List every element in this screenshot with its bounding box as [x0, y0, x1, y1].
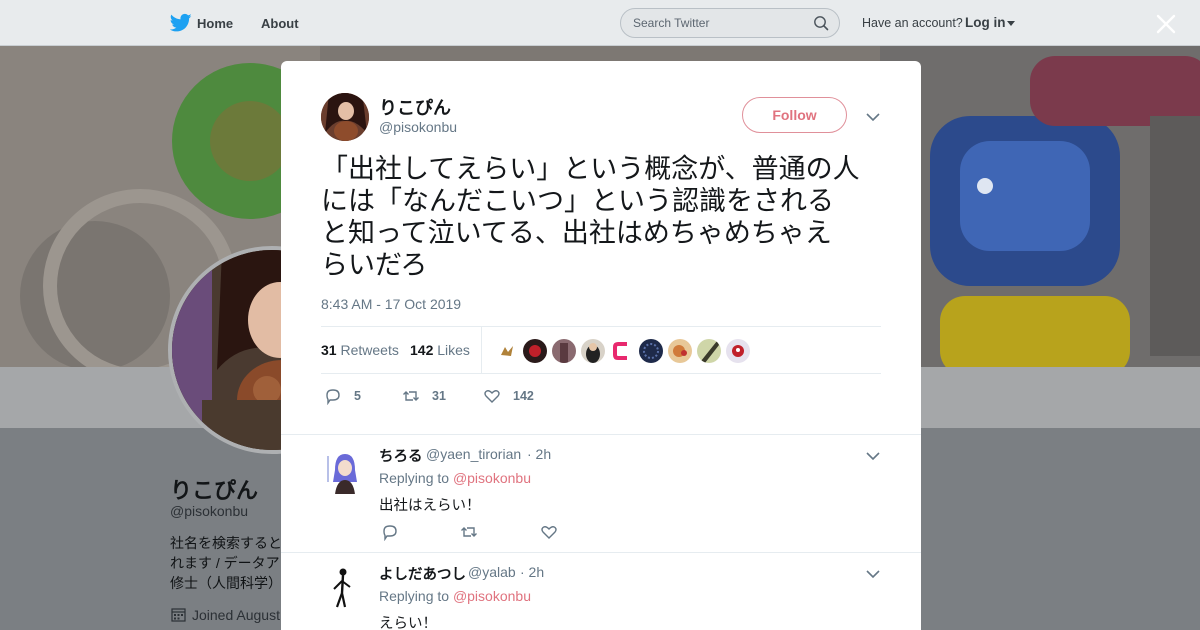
retweet-icon[interactable] [460, 523, 478, 541]
like-count: 142 [513, 389, 534, 403]
chevron-down-icon[interactable] [865, 109, 881, 125]
reply-count: 5 [354, 389, 361, 403]
reply-avatar[interactable] [321, 563, 369, 611]
tweet-modal: りこぴん @pisokonbu Follow 「出社してえらい」という概念が、普… [281, 61, 921, 630]
liker-avatar[interactable] [697, 339, 721, 363]
heart-icon [484, 390, 500, 403]
reply-author-handle[interactable]: @yalab [468, 564, 516, 580]
reply-avatar-image [321, 563, 369, 611]
reply-author-name[interactable]: よしだあつし [379, 563, 466, 584]
liker-avatar[interactable] [523, 339, 547, 363]
follow-button[interactable]: Follow [742, 97, 847, 133]
liker-avatar[interactable] [581, 339, 605, 363]
tweet-author-handle[interactable]: @pisokonbu [379, 119, 457, 135]
mention-link[interactable]: @pisokonbu [453, 470, 531, 486]
liker-avatar[interactable] [610, 339, 634, 363]
profile-name: りこぴん [170, 478, 259, 503]
chevron-down-icon[interactable] [865, 448, 881, 464]
tweet-text: 「出社してえらい」という概念が、普通の人 には「なんだこいつ」という認識をされる… [321, 154, 860, 280]
bird-logo-icon[interactable] [170, 13, 192, 33]
chevron-down-icon[interactable] [865, 566, 881, 582]
search-input[interactable]: Search Twitter [620, 8, 840, 38]
stats-divider [481, 327, 482, 374]
reply-time[interactable]: · 2h [527, 446, 551, 462]
tweet-timestamp[interactable]: 8:43 AM - 17 Oct 2019 [321, 296, 461, 312]
likes-label: Likes [437, 342, 470, 358]
reply-author-name[interactable]: ちろる [379, 445, 423, 466]
reply-avatar[interactable] [321, 448, 369, 496]
retweets-stat[interactable]: 31 Retweets [321, 342, 399, 358]
tweet-author-name[interactable]: りこぴん [379, 94, 451, 120]
tweet-stats: 31 Retweets 142 Likes [321, 326, 881, 374]
reply-time[interactable]: · 2h [520, 564, 544, 580]
liker-avatar[interactable] [552, 339, 576, 363]
replying-prefix: Replying to [379, 470, 450, 486]
likes-stat[interactable]: 142 Likes [410, 342, 470, 358]
tweet-author-avatar[interactable] [321, 93, 369, 141]
liker-avatar[interactable] [639, 339, 663, 363]
reply-tweet[interactable]: ちろる @yaen_tirorian · 2h Replying to @pis… [281, 434, 921, 552]
retweet-count: 31 [432, 389, 446, 403]
profile-joined: Joined August [192, 607, 280, 623]
nav-about-link[interactable]: About [261, 16, 299, 31]
login-link[interactable]: Log in [965, 15, 1006, 30]
likes-count: 142 [410, 342, 434, 358]
replying-to: Replying to @pisokonbu [379, 588, 531, 604]
profile-bio: 社名を検索すると れます / データア 修士（人間科学） [170, 535, 282, 591]
have-account-text: Have an account? [862, 16, 963, 30]
profile-handle: @pisokonbu [170, 503, 249, 519]
mention-link[interactable]: @pisokonbu [453, 588, 531, 604]
reply-author-handle[interactable]: @yaen_tirorian [426, 446, 521, 462]
retweets-count: 31 [321, 342, 337, 358]
calendar-icon [171, 608, 186, 622]
nav-home-link[interactable]: Home [197, 16, 233, 31]
retweets-label: Retweets [340, 342, 399, 358]
reply-tweet[interactable]: よしだあつし @yalab · 2h Replying to @pisokonb… [281, 552, 921, 630]
replying-to: Replying to @pisokonbu [379, 470, 531, 486]
caret-down-icon[interactable] [1007, 21, 1015, 26]
replying-prefix: Replying to [379, 588, 450, 604]
liker-avatar[interactable] [495, 339, 519, 363]
reply-avatar-image [321, 448, 369, 496]
reply-text: 出社はえらい！ [379, 498, 481, 514]
reply-text: えらい！ [379, 616, 437, 630]
top-nav-bar: Home About Search Twitter Have an accoun… [0, 0, 1200, 46]
liker-avatar[interactable] [668, 339, 692, 363]
close-icon[interactable] [1154, 12, 1178, 36]
reply-icon[interactable] [381, 523, 399, 541]
author-avatar-photo [321, 93, 369, 141]
search-placeholder: Search Twitter [633, 16, 710, 30]
retweet-icon [403, 391, 419, 401]
heart-icon[interactable] [540, 523, 558, 541]
search-icon[interactable] [813, 15, 829, 31]
liker-avatar[interactable] [726, 339, 750, 363]
reply-icon [326, 389, 340, 405]
